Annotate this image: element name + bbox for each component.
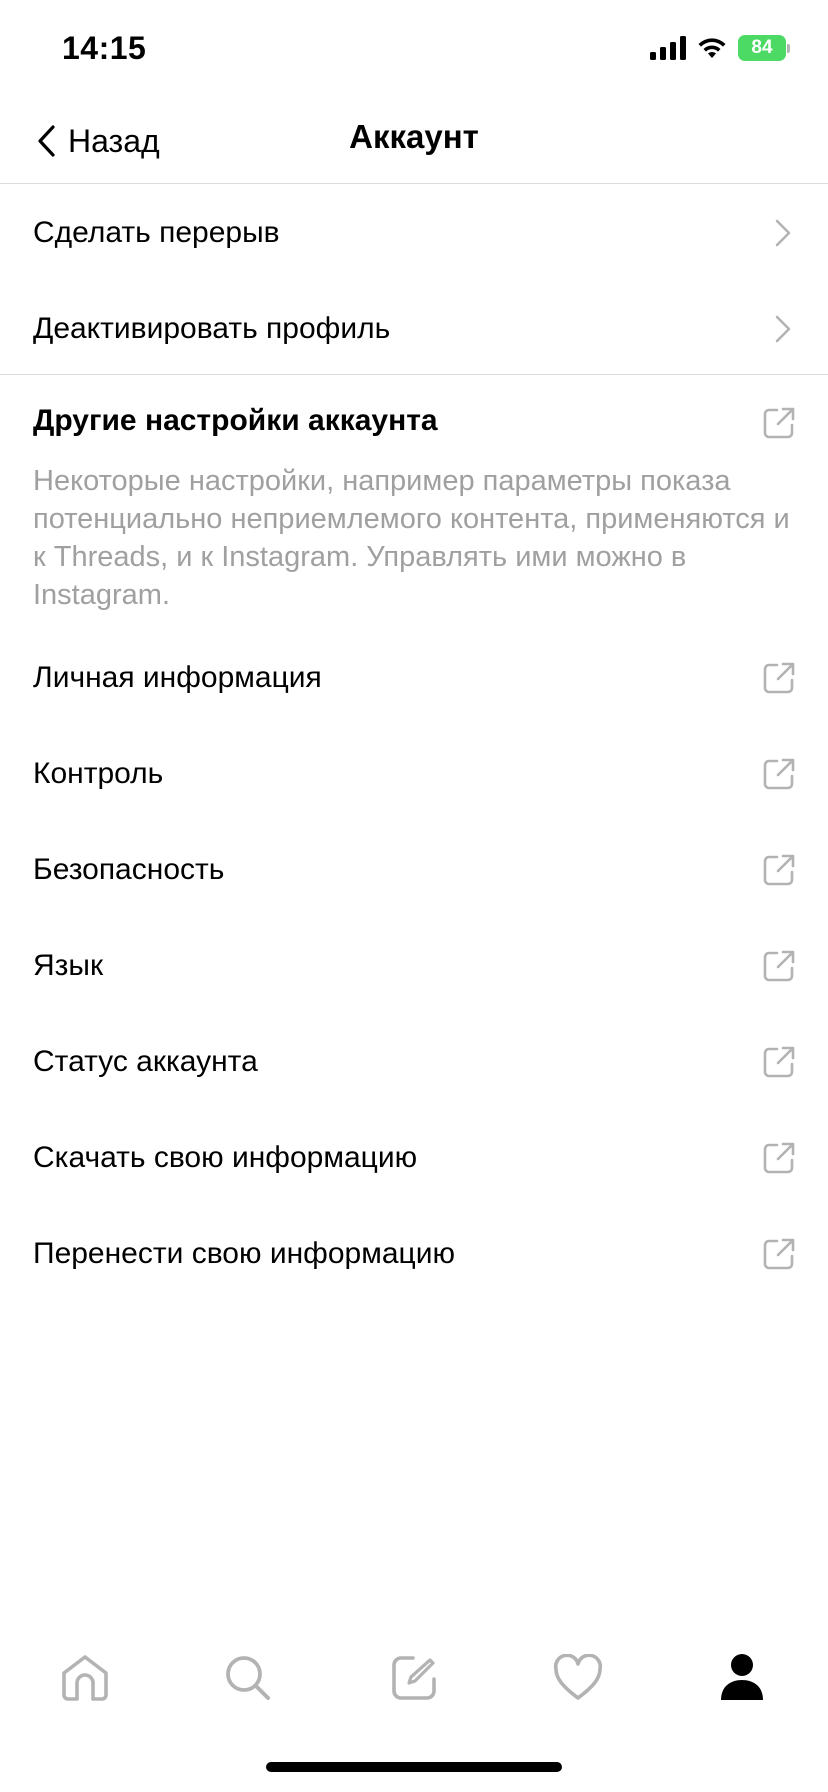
chevron-right-icon: [775, 315, 791, 343]
external-link-icon: [763, 1142, 795, 1174]
compose-icon: [392, 1656, 436, 1700]
heart-icon: [553, 1654, 603, 1700]
tab-bar: [0, 1630, 828, 1722]
home-indicator: [266, 1762, 562, 1772]
profile-icon: [721, 1654, 763, 1700]
control-row[interactable]: Контроль: [0, 726, 828, 822]
external-link-icon: [763, 1046, 795, 1078]
nav-header: Назад Аккаунт: [0, 100, 828, 184]
search-icon: [226, 1656, 270, 1700]
external-link-icon: [763, 758, 795, 790]
external-link-icon[interactable]: [762, 406, 796, 440]
tab-search[interactable]: [218, 1648, 278, 1708]
external-link-icon: [763, 950, 795, 982]
page-title: Аккаунт: [349, 118, 479, 155]
other-settings-title: Другие настройки аккаунта: [33, 404, 438, 437]
status-bar: 14:15 84: [0, 0, 828, 100]
row-label: Сделать перерыв: [33, 216, 280, 249]
take-a-break-row[interactable]: Сделать перерыв: [0, 185, 828, 281]
deactivate-profile-row[interactable]: Деактивировать профиль: [0, 281, 828, 377]
battery-level: 84: [738, 35, 786, 61]
cellular-signal-icon: [650, 36, 686, 60]
other-settings-description: Некоторые настройки, например параметры …: [33, 465, 790, 611]
personal-info-row[interactable]: Личная информация: [0, 630, 828, 726]
account-status-row[interactable]: Статус аккаунта: [0, 1014, 828, 1110]
row-label: Личная информация: [33, 661, 322, 694]
row-label: Контроль: [33, 757, 164, 790]
external-link-icon: [763, 854, 795, 886]
transfer-info-row[interactable]: Перенести свою информацию: [0, 1206, 828, 1302]
tab-profile[interactable]: [712, 1648, 772, 1708]
wifi-icon: [698, 38, 726, 58]
row-label: Безопасность: [33, 853, 225, 886]
tab-activity[interactable]: [548, 1648, 608, 1708]
tab-home[interactable]: [55, 1648, 115, 1708]
home-icon: [62, 1655, 108, 1701]
row-label: Язык: [33, 949, 104, 982]
row-label: Скачать свою информацию: [33, 1141, 418, 1174]
account-actions-group: Сделать перерыв Деактивировать профиль: [0, 185, 828, 375]
security-row[interactable]: Безопасность: [0, 822, 828, 918]
tab-compose[interactable]: [384, 1648, 444, 1708]
row-label: Перенести свою информацию: [33, 1237, 455, 1270]
status-icons: 84: [650, 34, 790, 62]
external-link-icon: [763, 662, 795, 694]
external-link-icon: [763, 1238, 795, 1270]
battery-icon: 84: [738, 35, 790, 61]
status-time: 14:15: [62, 30, 147, 66]
row-label: Статус аккаунта: [33, 1045, 258, 1078]
row-label: Деактивировать профиль: [33, 312, 391, 345]
language-row[interactable]: Язык: [0, 918, 828, 1014]
chevron-right-icon: [775, 219, 791, 247]
download-info-row[interactable]: Скачать свою информацию: [0, 1110, 828, 1206]
